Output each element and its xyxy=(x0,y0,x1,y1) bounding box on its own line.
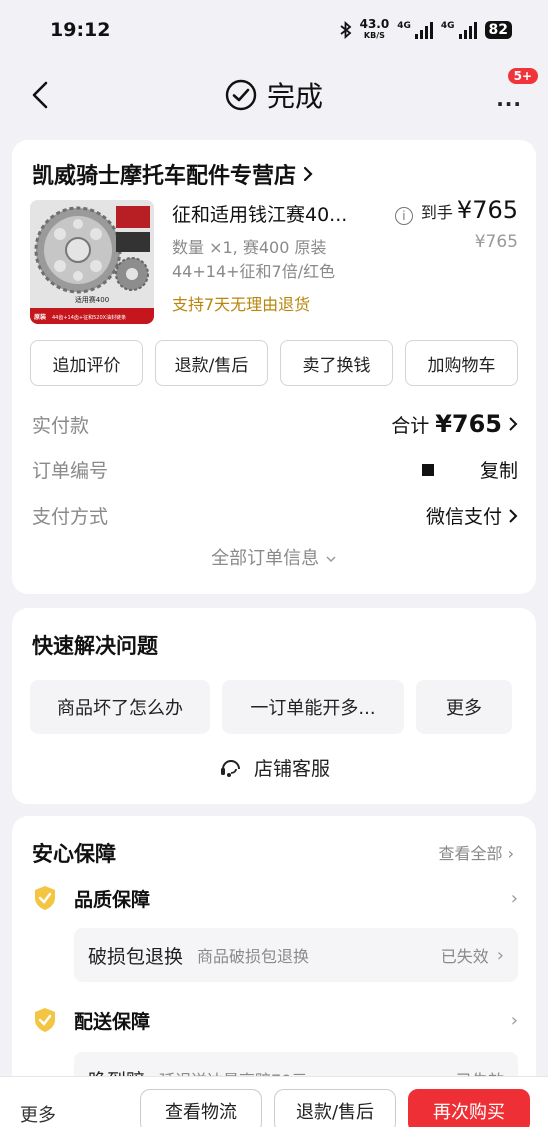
network-type-label: 4G xyxy=(397,21,411,31)
nav-bar: 完成 ··· 5+ xyxy=(0,60,548,130)
status-badge: 已失效 xyxy=(440,947,489,966)
bottom-action-bar: 更多 查看物流 退款/售后 再次购买 xyxy=(0,1076,548,1127)
refund-aftersale-button[interactable]: 退款/售后 xyxy=(274,1089,396,1127)
shield-check-icon xyxy=(35,1008,55,1032)
signal-icon xyxy=(414,21,433,39)
quick-help-more[interactable]: 更多 xyxy=(416,680,512,734)
guarantee-card: 安心保障 查看全部 › 品质保障 › 破损包退换 商品破损包退换 已失效 › 配… xyxy=(12,816,536,1106)
chevron-right-icon xyxy=(303,166,313,182)
original-price: ¥765 xyxy=(474,232,518,252)
chevron-right-icon: › xyxy=(510,887,518,909)
buy-again-button[interactable]: 再次购买 xyxy=(408,1089,530,1127)
guarantee-delivery-row[interactable]: 配送保障 › xyxy=(32,1006,518,1034)
see-all-link[interactable]: 查看全部 › xyxy=(438,840,514,864)
check-circle-icon xyxy=(225,79,257,111)
info-icon[interactable]: i xyxy=(394,207,413,225)
order-number-row: 订单编号 复制 xyxy=(32,456,518,483)
chevron-right-icon: › xyxy=(507,844,514,863)
chevron-right-icon xyxy=(509,508,518,523)
guarantee-sub-item[interactable]: 破损包退换 商品破损包退换 已失效 › xyxy=(74,928,518,982)
product-image[interactable]: 适用赛400 原装 44齿+14齿+征和520X油封链条 xyxy=(30,200,154,324)
quick-help-item[interactable]: 一订单能开多... xyxy=(222,680,404,734)
headset-icon xyxy=(220,759,240,777)
quick-help-card: 快速解决问题 商品坏了怎么办 一订单能开多... 更多 店铺客服 xyxy=(12,608,536,804)
more-button[interactable]: 更多 xyxy=(20,1101,56,1127)
svg-text:原装: 原装 xyxy=(34,313,46,321)
guarantee-quality-row[interactable]: 品质保障 › xyxy=(32,884,518,912)
add-to-cart-button[interactable]: 加购物车 xyxy=(405,340,518,386)
shop-name-link[interactable]: 凯威骑士摩托车配件专营店 xyxy=(32,158,314,190)
signal-icon-2 xyxy=(458,21,477,39)
order-number-redacted xyxy=(421,463,434,476)
copy-button[interactable]: 复制 xyxy=(480,456,518,483)
status-bar: 19:12 43.0 KB/S 4G 4G 82 xyxy=(0,0,548,60)
chevron-right-icon xyxy=(509,417,518,431)
payment-method-row[interactable]: 支付方式 微信支付 xyxy=(32,502,518,529)
refund-button[interactable]: 退款/售后 xyxy=(155,340,268,386)
view-logistics-button[interactable]: 查看物流 xyxy=(140,1089,262,1127)
battery-icon: 82 xyxy=(484,21,512,39)
quick-help-options: 商品坏了怎么办 一订单能开多... 更多 xyxy=(30,680,512,734)
back-icon[interactable] xyxy=(28,80,54,110)
product-spec: 44+14+征和7倍/红色 xyxy=(172,262,336,281)
final-price: ¥765 xyxy=(456,196,518,224)
order-card: 凯威骑士摩托车配件专营店 适用赛400 原装 44齿+14齿+征和520X油封链… xyxy=(12,140,536,594)
quick-help-item[interactable]: 商品坏了怎么办 xyxy=(30,680,210,734)
chevron-down-icon xyxy=(326,556,336,563)
return-policy: 支持7天无理由退货 xyxy=(172,295,311,314)
svg-text:适用赛400: 适用赛400 xyxy=(75,295,109,304)
all-order-info-toggle[interactable]: 全部订单信息 xyxy=(12,544,536,570)
total-amount: ¥765 xyxy=(435,410,502,438)
page-title: 完成 xyxy=(225,75,323,115)
shield-check-icon xyxy=(35,886,55,910)
customer-service-button[interactable]: 店铺客服 xyxy=(12,754,536,781)
chevron-right-icon: › xyxy=(510,1009,518,1031)
status-icons: 43.0 KB/S 4G 4G 82 xyxy=(340,17,512,41)
paid-amount-row[interactable]: 实付款 合计 ¥765 xyxy=(32,410,518,438)
status-time: 19:12 xyxy=(50,19,111,41)
guarantee-title: 安心保障 xyxy=(32,842,116,866)
notification-badge: 5+ xyxy=(507,68,538,84)
bluetooth-icon xyxy=(340,21,352,39)
chevron-right-icon: › xyxy=(496,944,504,966)
add-review-button[interactable]: 追加评价 xyxy=(30,340,143,386)
price-label: 到手 xyxy=(420,203,453,222)
resell-button[interactable]: 卖了换钱 xyxy=(280,340,393,386)
svg-text:44齿+14齿+征和520X油封链条: 44齿+14齿+征和520X油封链条 xyxy=(52,314,126,321)
quick-help-title: 快速解决问题 xyxy=(32,634,158,658)
product-title[interactable]: 征和适用钱江赛40... xyxy=(172,200,347,227)
network-speed: 43.0 KB/S xyxy=(359,17,390,40)
more-options-icon[interactable]: ··· xyxy=(496,92,522,116)
product-quantity: 数量 ×1, 赛400 原装 xyxy=(172,238,327,257)
order-actions: 追加评价 退款/售后 卖了换钱 加购物车 xyxy=(30,340,518,386)
network-type-label-2: 4G xyxy=(440,21,455,31)
sprocket-image: 适用赛400 原装 44齿+14齿+征和520X油封链条 xyxy=(30,200,154,324)
price-row: i 到手 ¥765 xyxy=(394,196,518,225)
